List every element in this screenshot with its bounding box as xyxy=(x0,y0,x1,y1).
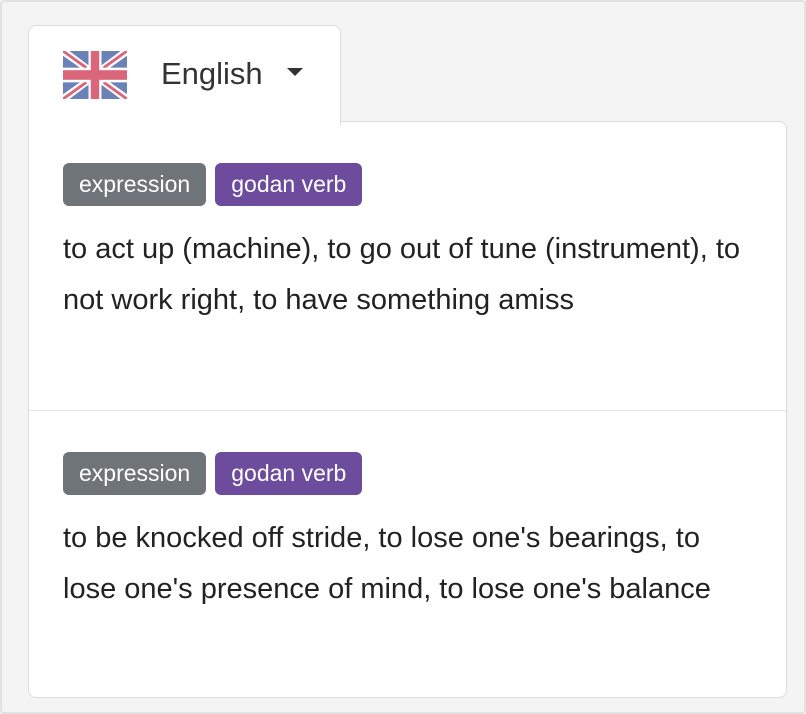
senses-card: expression godan verb to act up (machine… xyxy=(28,121,787,698)
godan-verb-tag: godan verb xyxy=(215,452,363,495)
sense-gloss: to be knocked off stride, to lose one's … xyxy=(63,522,711,605)
uk-flag-icon xyxy=(63,51,127,99)
sense-gloss: to act up (machine), to go out of tune (… xyxy=(63,233,741,316)
expression-tag: expression xyxy=(63,163,207,206)
language-label: English xyxy=(161,56,263,91)
sense-item: expression godan verb to act up (machine… xyxy=(29,122,786,411)
expression-tag: expression xyxy=(63,452,207,495)
sense-item: expression godan verb to be knocked off … xyxy=(29,411,786,698)
caret-down-icon xyxy=(287,68,303,76)
language-selector-tab[interactable]: English xyxy=(28,25,341,125)
godan-verb-tag: godan verb xyxy=(215,163,363,206)
sense-tags: expression godan verb xyxy=(63,163,363,206)
definition-panel: English expression godan verb to act up … xyxy=(0,0,806,714)
sense-tags: expression godan verb xyxy=(63,452,363,495)
